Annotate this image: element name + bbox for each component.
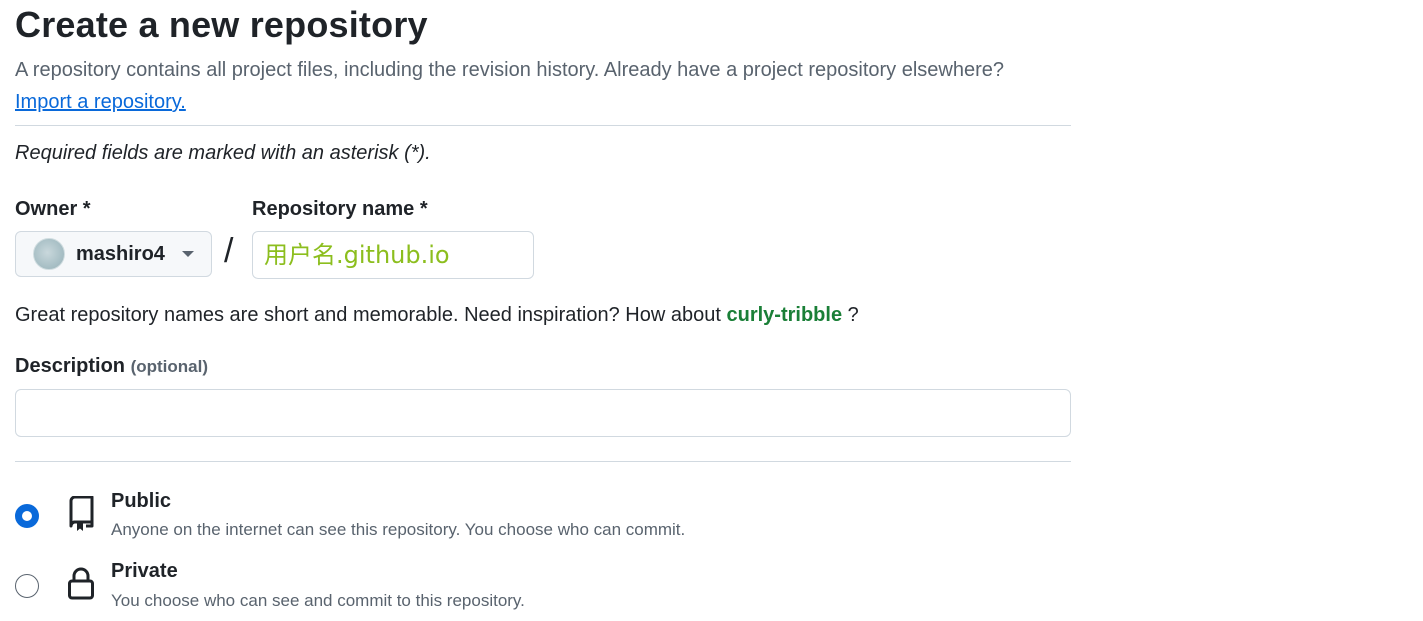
subtitle-text: A repository contains all project files,…	[15, 59, 1005, 81]
owner-repo-separator: /	[224, 232, 234, 270]
public-radio[interactable]	[15, 504, 39, 528]
avatar	[33, 238, 65, 270]
page-title: Create a new repository	[15, 4, 428, 45]
hint-text: Great repository names are short and mem…	[15, 304, 721, 326]
description-label: Description (optional)	[15, 355, 208, 378]
description-input[interactable]	[15, 389, 1071, 437]
repo-icon	[69, 496, 94, 531]
divider	[15, 125, 1071, 126]
private-radio[interactable]	[15, 574, 39, 598]
owner-select-button[interactable]: mashiro4	[15, 231, 212, 277]
divider	[15, 461, 1071, 462]
optional-tag: (optional)	[130, 357, 209, 376]
name-suggestion-link[interactable]: curly-tribble	[726, 304, 842, 326]
owner-name: mashiro4	[76, 242, 165, 265]
public-option-description: Anyone on the internet can see this repo…	[111, 520, 686, 539]
lock-icon	[68, 567, 94, 600]
public-option-title: Public	[111, 490, 172, 512]
repository-name-input[interactable]: 用户名.github.io	[252, 231, 534, 279]
repository-name-hint: Great repository names are short and mem…	[15, 304, 859, 327]
import-repository-link[interactable]: Import a repository.	[15, 91, 186, 113]
private-option-title: Private	[111, 560, 178, 582]
page-subtitle: A repository contains all project files,…	[15, 54, 1071, 118]
hint-suffix: ?	[842, 304, 859, 326]
required-fields-note: Required fields are marked with an aster…	[15, 142, 431, 164]
private-option-description: You choose who can see and commit to thi…	[111, 591, 525, 610]
repository-name-label: Repository name *	[252, 198, 428, 220]
owner-label: Owner *	[15, 198, 91, 220]
caret-down-icon	[181, 251, 194, 257]
description-label-text: Description	[15, 355, 126, 377]
